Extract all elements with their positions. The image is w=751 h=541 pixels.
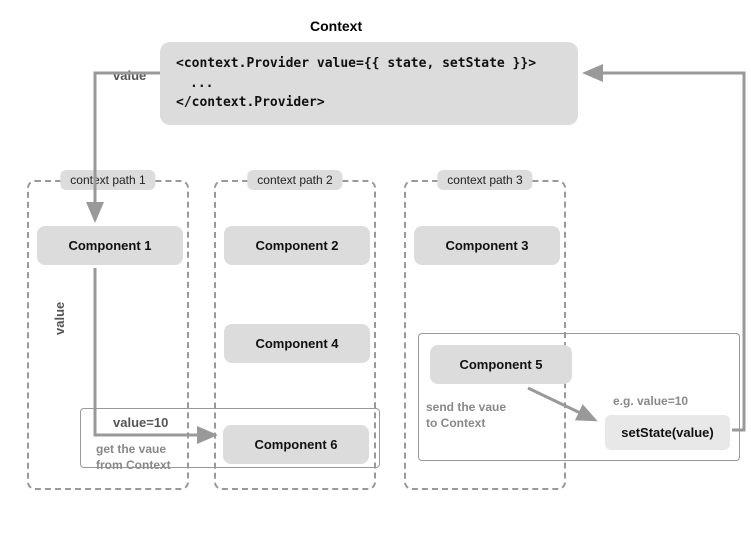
component-3-box: Component 3 (414, 226, 560, 265)
get-value-caption: get the vaue from Context (96, 442, 171, 473)
path-label-1: context path 1 (60, 170, 155, 190)
component-5-box: Component 5 (430, 345, 572, 384)
component-1-box: Component 1 (37, 226, 183, 265)
path-label-2: context path 2 (247, 170, 342, 190)
component-2-box: Component 2 (224, 226, 370, 265)
send-value-caption: send the vaue to Context (426, 400, 506, 431)
path-label-3: context path 3 (437, 170, 532, 190)
value-label-top: value (113, 68, 146, 83)
value-10-label: value=10 (113, 415, 168, 430)
eg-value-caption: e.g. value=10 (613, 394, 688, 408)
diagram-title: Context (310, 18, 362, 34)
code-line-2: ... (176, 74, 562, 94)
value-label-left: value (52, 302, 67, 335)
code-line-1: <context.Provider value={{ state, setSta… (176, 54, 562, 74)
setstate-box: setState(value) (605, 415, 730, 450)
component-6-box: Component 6 (223, 425, 369, 464)
component-4-box: Component 4 (224, 324, 370, 363)
code-line-3: </context.Provider> (176, 93, 562, 113)
context-provider-box: <context.Provider value={{ state, setSta… (160, 42, 578, 125)
